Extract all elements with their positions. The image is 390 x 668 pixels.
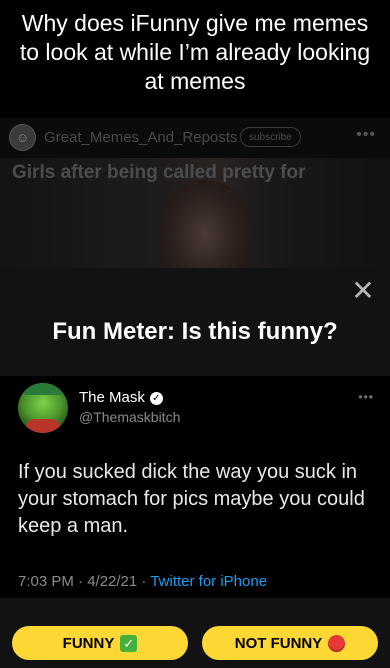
tweet-text: If you sucked dick the way you suck in y… (18, 461, 365, 537)
preview-caption: Girls after being called pretty for (12, 162, 306, 183)
preview-face (160, 180, 250, 268)
channel-name[interactable]: Great_Memes_And_Reposts (44, 129, 237, 146)
not-funny-button[interactable]: NOT FUNNY (202, 626, 378, 660)
tweet-avatar (18, 383, 68, 433)
caption-text: Why does iFunny give me memes to look at… (19, 10, 371, 94)
tweet-display-name: The Mask ✓ (79, 389, 163, 406)
subscribe-button[interactable]: subscribe (240, 127, 301, 147)
tweet-client: Twitter for iPhone (150, 573, 268, 590)
red-circle-icon (328, 634, 346, 652)
tweet-handle: @Themaskbitch (79, 409, 181, 425)
tweet-time: 7:03 PM · 4/22/21 · (18, 573, 151, 590)
check-icon: ✓ (120, 634, 138, 652)
close-icon[interactable]: ✕ (350, 277, 376, 305)
modal-title: Fun Meter: Is this funny? (52, 318, 338, 345)
tweet-card: The Mask ✓ @Themaskbitch ••• If you sucke… (0, 376, 390, 598)
funny-label: FUNNY (62, 634, 115, 652)
tweet-more-icon: ••• (358, 390, 374, 404)
verified-icon: ✓ (149, 392, 163, 405)
avatar-suit (26, 419, 60, 433)
tweet-meta: 7:03 PM · 4/22/21 · Twitter for iPhone (18, 573, 267, 590)
avatar-hat (24, 383, 62, 395)
post-preview-image: Girls after being called pretty for (0, 158, 390, 268)
meme-caption: Why does iFunny give me memes to look at… (0, 0, 390, 118)
more-options-icon[interactable]: ••• (356, 126, 376, 144)
post-header: ☺ Great_Memes_And_Reposts subscribe ••• (0, 118, 390, 158)
channel-avatar[interactable]: ☺ (9, 124, 36, 151)
not-funny-label: NOT FUNNY (234, 634, 323, 652)
funny-button[interactable]: FUNNY ✓ (12, 626, 188, 660)
fun-meter-modal: ✕ Fun Meter: Is this funny? The Mask ✓ @T… (0, 268, 390, 668)
display-name-text: The Mask (79, 389, 145, 406)
